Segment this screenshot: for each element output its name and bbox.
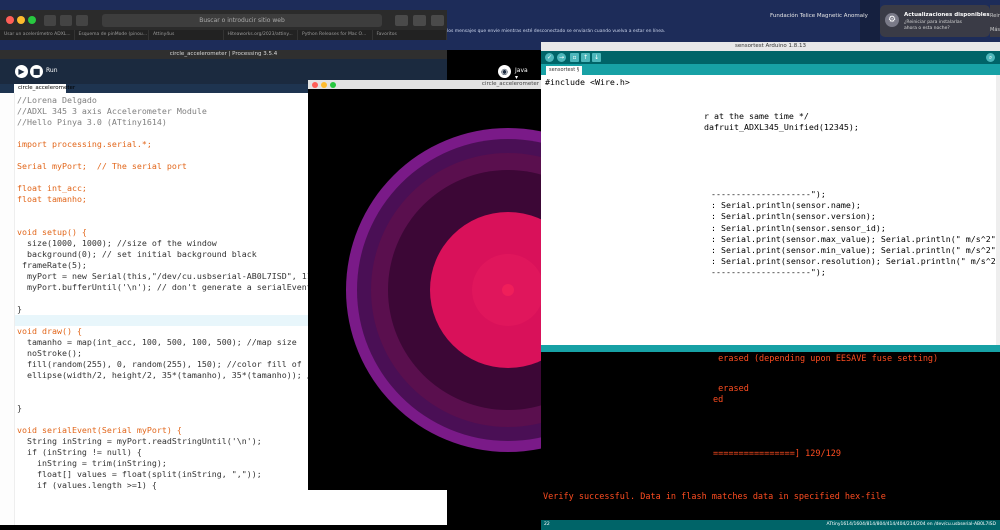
sidebar-toggle-icon[interactable] <box>44 15 56 26</box>
code-line: float tamanho; <box>17 194 87 204</box>
forward-icon[interactable] <box>76 15 88 26</box>
arduino-window: sensortest Arduino 1.8.13 ✓ → ▫ ↑ ↓ ⌕ se… <box>541 42 1000 530</box>
console-line: erased <box>713 384 749 394</box>
arduino-code-line: --------------------"); <box>711 267 826 278</box>
debug-icon[interactable]: ◉ <box>498 65 511 78</box>
code-line: myPort = new Serial(this,"/dev/cu.usbser… <box>17 271 317 281</box>
arduino-toolbar: ✓ → ▫ ↑ ↓ ⌕ <box>541 51 1000 64</box>
maximize-window-icon[interactable] <box>28 16 36 24</box>
line-number: 22 <box>544 522 550 527</box>
code-line: frameRate(5); <box>17 260 87 270</box>
code-line: background(0); // set initial background… <box>17 249 257 259</box>
code-line: float[] values = float(split(inString, "… <box>17 469 262 479</box>
open-file-icon[interactable]: ↑ <box>581 53 590 62</box>
code-line: //ADXL 345 3 axis Accelerometer Module <box>17 106 207 116</box>
browser-tab[interactable]: Favoritos <box>373 30 447 40</box>
code-line: tamanho = map(int_acc, 100, 500, 100, 50… <box>17 337 297 347</box>
code-line: float int_acc; <box>17 183 87 193</box>
code-line: String inString = myPort.readStringUntil… <box>17 436 262 446</box>
code-line: if (values.length >=1) { <box>17 480 157 490</box>
close-window-icon[interactable] <box>312 81 318 88</box>
code-line: } <box>17 403 22 413</box>
code-line: noStroke(); <box>17 348 82 358</box>
code-line: ellipse(width/2, height/2, 35*(tamanho),… <box>17 370 317 380</box>
code-line: void setup() { <box>17 227 87 237</box>
arduino-tab-bar: sensortest § <box>541 64 1000 75</box>
browser-offline-notice: los mensajes que envíe mientras esté des… <box>447 29 666 34</box>
browser-bookmark-label[interactable]: Fundación Telice Magnetic Anomaly <box>770 13 868 19</box>
arduino-code-line: #include <Wire.h> <box>545 77 630 87</box>
status-bar: 22 ATtiny1614/1604/814/804/414/404/214/2… <box>541 520 1000 530</box>
code-line: import processing.serial.*; <box>17 139 152 149</box>
console-line: ed <box>713 395 724 405</box>
new-file-icon[interactable]: ▫ <box>570 53 579 62</box>
arduino-code-line: : Serial.print(sensor.max_value); Serial… <box>711 233 1000 244</box>
code-line: void serialEvent(Serial myPort) { <box>17 425 182 435</box>
console-header <box>541 345 1000 352</box>
maximize-window-icon[interactable] <box>330 81 336 88</box>
arduino-code-line: : Serial.print(sensor.min_value); Serial… <box>711 245 1000 255</box>
browser-tab[interactable]: Hiteaworks.org/2023/attiny... <box>224 30 298 40</box>
line-gutter <box>0 93 15 525</box>
tabs-overview-icon[interactable] <box>431 15 444 26</box>
browser-toolbar: Buscar o introducir sitio web <box>0 10 447 30</box>
browser-tab[interactable]: Attiny4us <box>149 30 224 40</box>
arduino-code-editor[interactable]: #include <Wire.h> r at the same time */da… <box>541 75 1000 345</box>
mode-selector[interactable]: Java ▾ <box>515 67 528 81</box>
notification-body: ¿Reiniciar para instalarlas ahora o esta… <box>904 20 963 31</box>
update-notification[interactable]: ⚙ Actualizaciones disponibles ¿Reiniciar… <box>880 5 990 37</box>
console-line: Verify successful. Data in flash matches… <box>543 492 886 502</box>
notification-actions[interactable]: Rein Más <box>990 5 1000 37</box>
code-line: size(1000, 1000); //size of the window <box>17 238 217 248</box>
code-line: } <box>17 304 22 314</box>
serial-monitor-icon[interactable]: ⌕ <box>986 53 995 62</box>
window-title: circle_accelerometer | Processing 3.5.4 <box>0 50 447 59</box>
browser-tab[interactable]: Esquema de pinMode (pinou... <box>75 30 149 40</box>
arduino-code-line: : Serial.println(sensor.name); <box>711 200 861 211</box>
browser-tab-bar: Usar un acelerómetro ADXL... Esquema de … <box>0 30 447 40</box>
run-label: Run <box>46 67 58 74</box>
tab-sensortest[interactable]: sensortest § <box>546 66 582 75</box>
minimize-window-icon[interactable] <box>321 81 327 88</box>
save-file-icon[interactable]: ↓ <box>592 53 601 62</box>
arduino-code-line: r at the same time */ <box>704 110 809 121</box>
code-line: void draw() { <box>17 326 82 336</box>
code-line: myPort.bufferUntil('\n'); // don't gener… <box>17 282 317 292</box>
arduino-code-line: dafruit_ADXL345_Unified(12345); <box>704 121 859 132</box>
more-button[interactable]: Más <box>990 27 1000 33</box>
notification-title: Actualizaciones disponibles <box>904 12 990 18</box>
back-icon[interactable] <box>60 15 72 26</box>
code-line: if (inString != null) { <box>17 447 142 457</box>
share-icon[interactable] <box>413 15 426 26</box>
url-input[interactable]: Buscar o introducir sitio web <box>102 14 382 27</box>
tab-circle-accelerometer[interactable]: circle_accelerometer <box>14 84 75 93</box>
editor-scrollbar[interactable] <box>996 75 1000 345</box>
settings-icon[interactable] <box>395 15 408 26</box>
upload-icon[interactable]: → <box>557 53 566 62</box>
stop-icon[interactable]: ■ <box>30 65 43 78</box>
browser-tab[interactable]: Python Releases for Mac O... <box>298 30 373 40</box>
run-icon[interactable]: ▶ <box>15 65 28 78</box>
minimize-window-icon[interactable] <box>17 16 25 24</box>
code-line: fill(random(255), 0, random(255), 150); … <box>17 359 317 369</box>
browser-tab[interactable]: Usar un acelerómetro ADXL... <box>0 30 75 40</box>
arduino-code-line: : Serial.print(sensor.resolution); Seria… <box>711 256 1000 267</box>
verify-icon[interactable]: ✓ <box>545 53 554 62</box>
arduino-code-line: --------------------"); <box>711 189 826 199</box>
gear-icon: ⚙ <box>885 13 899 27</box>
close-window-icon[interactable] <box>6 16 14 24</box>
code-line: Serial myPort; // The serial port <box>17 161 187 171</box>
code-line: //Hello Pinya 3.0 (ATtiny1614) <box>17 117 167 127</box>
arduino-code-line: : Serial.println(sensor.sensor_id); <box>711 222 886 233</box>
console-line: ================] 129/129 <box>713 449 841 459</box>
code-line: inString = trim(inString); <box>17 458 167 468</box>
console-output: erased (depending upon EESAVE fuse setti… <box>541 352 1000 520</box>
window-title: sensortest Arduino 1.8.13 <box>541 42 1000 51</box>
console-line: erased (depending upon EESAVE fuse setti… <box>713 354 939 364</box>
arduino-code-line: : Serial.println(sensor.version); <box>711 211 876 222</box>
code-line: //Lorena Delgado <box>17 95 97 105</box>
restart-button[interactable]: Rein <box>990 13 1000 19</box>
circle-center <box>502 284 514 296</box>
board-port-label: ATtiny1614/1604/814/804/414/404/214/204 … <box>826 522 996 527</box>
